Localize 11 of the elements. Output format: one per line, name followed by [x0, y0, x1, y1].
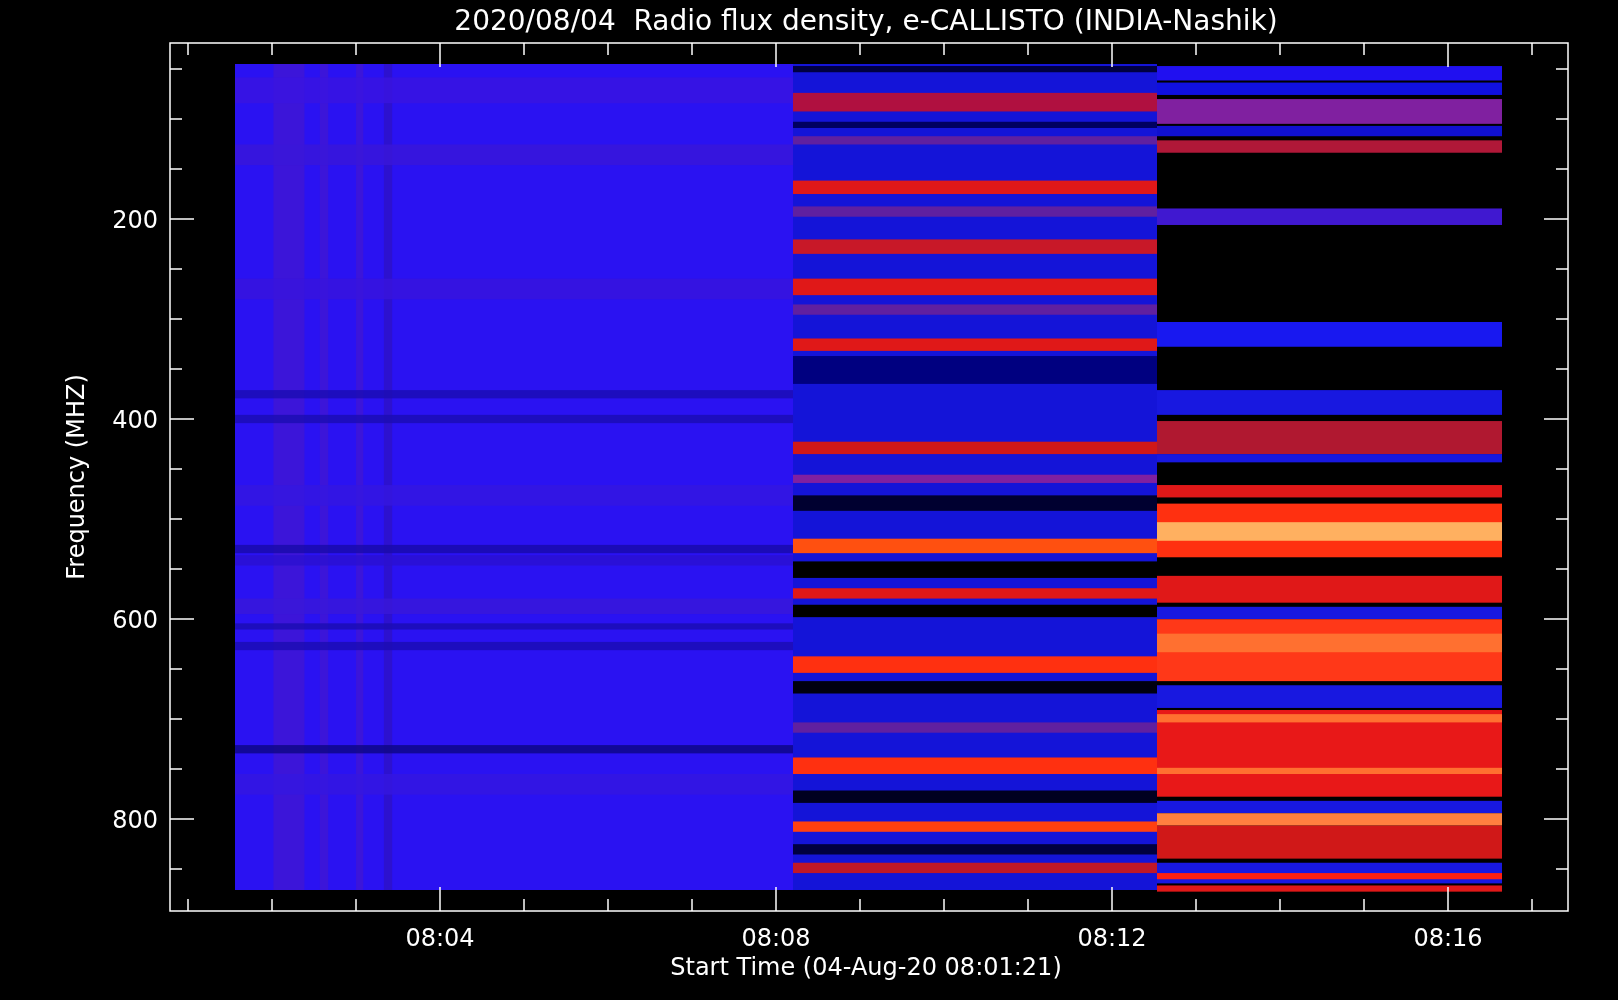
axis-tick-label: 08:04: [405, 924, 475, 952]
axis-tick-label: 600: [112, 606, 158, 634]
axis-tick-label: 200: [112, 206, 158, 234]
chart-title: 2020/08/04 Radio flux density, e-CALLISTO (INDIA-Nashik): [454, 4, 1278, 37]
axis-tick-label: 800: [112, 806, 158, 834]
axis-tick-label: 400: [112, 406, 158, 434]
axis-tick-label: 08:16: [1413, 924, 1483, 952]
x-axis-title: Start Time (04-Aug-20 08:01:21): [670, 953, 1062, 981]
axis-tick-label: 08:08: [741, 924, 811, 952]
axis-tick-label: 08:12: [1077, 924, 1147, 952]
y-axis-title: Frequency (MHZ): [62, 374, 90, 580]
